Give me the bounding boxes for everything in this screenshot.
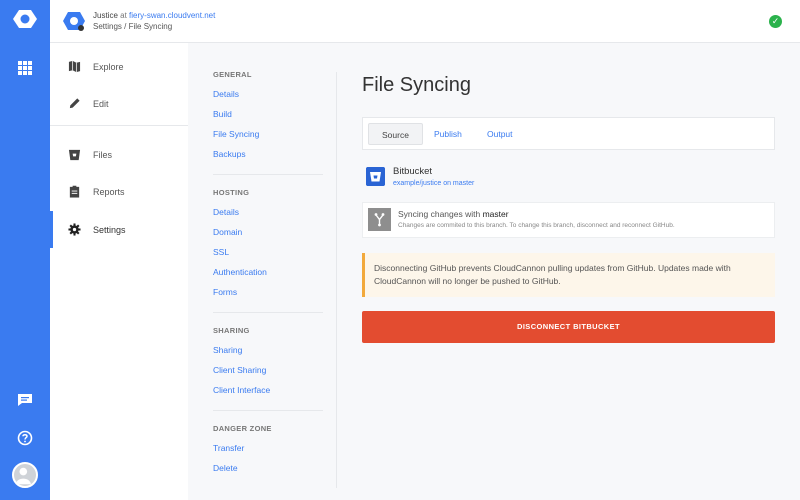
main-nav: Explore Edit Files Reports Settings (50, 43, 188, 500)
nav-divider (50, 125, 188, 126)
subnav-divider (213, 312, 323, 313)
disconnect-bitbucket-button[interactable]: DISCONNECT BITBUCKET (362, 311, 775, 343)
branch-icon (368, 208, 391, 231)
nav-item-files[interactable]: Files (50, 136, 188, 173)
sync-title: Syncing changes with master (398, 209, 509, 219)
subnav-link-hosting-details[interactable]: Details (213, 207, 239, 217)
site-identity: Justice at fiery-swan.cloudvent.net (93, 11, 215, 20)
user-avatar[interactable] (12, 462, 38, 488)
chat-icon[interactable] (17, 393, 33, 407)
provider-repo-link[interactable]: example/justice on master (393, 180, 474, 187)
bitbucket-icon (366, 167, 385, 186)
subnav-link-file-syncing[interactable]: File Syncing (213, 129, 259, 139)
nav-item-label: Edit (93, 98, 109, 109)
help-icon[interactable] (17, 430, 33, 446)
warning-notice: Disconnecting GitHub prevents CloudCanno… (362, 253, 775, 297)
sync-branch-panel: Syncing changes with master Changes are … (362, 202, 775, 238)
subnav-section-hosting: HOSTING (213, 188, 250, 197)
subnav-link-domain[interactable]: Domain (213, 227, 242, 237)
subnav-section-danger-zone: DANGER ZONE (213, 424, 272, 433)
nav-item-settings[interactable]: Settings (50, 211, 188, 248)
sync-title-prefix: Syncing changes with (398, 209, 481, 219)
bucket-icon (68, 149, 81, 161)
provider-name: Bitbucket (393, 166, 433, 177)
sync-description: Changes are commited to this branch. To … (398, 222, 675, 229)
nav-item-explore[interactable]: Explore (50, 48, 188, 85)
cloudcannon-logo-icon[interactable] (12, 8, 38, 30)
syncing-tabs: Source Publish Output (362, 117, 775, 150)
site-domain-link[interactable]: fiery-swan.cloudvent.net (129, 11, 215, 20)
tab-source[interactable]: Source (368, 123, 423, 145)
sync-status-check-icon: ✓ (769, 15, 782, 28)
sync-branch-name: master (482, 209, 509, 219)
subnav-link-client-sharing[interactable]: Client Sharing (213, 365, 266, 375)
settings-subnav: GENERAL Details Build File Syncing Backu… (188, 43, 336, 500)
site-name[interactable]: Justice (93, 11, 118, 20)
subnav-link-forms[interactable]: Forms (213, 287, 237, 297)
subnav-link-transfer[interactable]: Transfer (213, 443, 244, 453)
subnav-link-build[interactable]: Build (213, 109, 232, 119)
subnav-link-sharing[interactable]: Sharing (213, 345, 242, 355)
gear-icon (68, 223, 81, 236)
clipboard-icon (69, 185, 80, 198)
site-logo-icon[interactable] (62, 10, 86, 32)
subnav-section-sharing: SHARING (213, 326, 250, 335)
nav-item-label: Files (93, 149, 113, 160)
app-rail (0, 0, 50, 500)
subnav-divider (213, 174, 323, 175)
tab-output[interactable]: Output (474, 123, 526, 145)
subnav-link-client-interface[interactable]: Client Interface (213, 385, 270, 395)
tab-publish[interactable]: Publish (421, 123, 475, 145)
breadcrumb: Settings / File Syncing (93, 22, 173, 31)
map-icon (68, 60, 81, 73)
subnav-border (336, 72, 337, 488)
nav-item-edit[interactable]: Edit (50, 85, 188, 122)
nav-item-reports[interactable]: Reports (50, 173, 188, 210)
subnav-link-backups[interactable]: Backups (213, 149, 246, 159)
nav-item-label: Settings (93, 224, 126, 235)
apps-grid-icon[interactable] (18, 61, 32, 75)
subnav-link-delete[interactable]: Delete (213, 463, 238, 473)
page-title: File Syncing (362, 74, 471, 96)
subnav-link-ssl[interactable]: SSL (213, 247, 229, 257)
nav-item-label: Explore (93, 61, 124, 72)
top-header: Justice at fiery-swan.cloudvent.net Sett… (50, 0, 800, 43)
pencil-icon (69, 98, 80, 109)
nav-item-label: Reports (93, 186, 125, 197)
subnav-section-general: GENERAL (213, 70, 252, 79)
subnav-divider (213, 410, 323, 411)
subnav-link-authentication[interactable]: Authentication (213, 267, 267, 277)
subnav-link-general-details[interactable]: Details (213, 89, 239, 99)
site-at-text: at (120, 11, 127, 20)
